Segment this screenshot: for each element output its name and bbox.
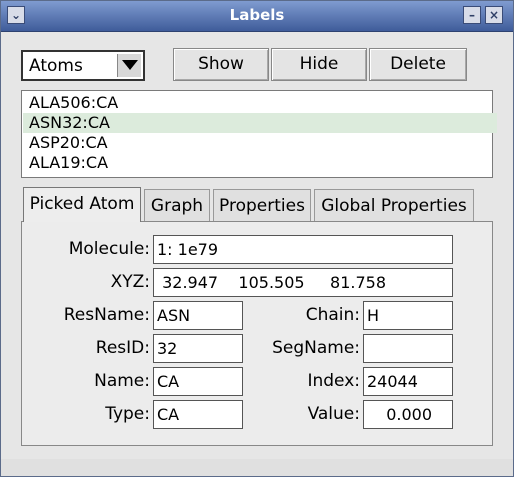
close-button[interactable]: ×: [485, 6, 503, 24]
tab-picked-atom[interactable]: Picked Atom: [23, 187, 141, 222]
triangle-down-icon: [122, 60, 138, 70]
molecule-field[interactable]: 1: 1e79: [153, 235, 453, 264]
molecule-label: Molecule:: [68, 239, 150, 259]
resid-field[interactable]: 32: [153, 334, 243, 363]
resname-label: ResName:: [63, 305, 150, 325]
show-button[interactable]: Show: [173, 48, 269, 81]
type-field[interactable]: CA: [153, 400, 243, 429]
segname-field[interactable]: [363, 334, 453, 363]
list-item[interactable]: ALA19:CA: [26, 153, 489, 173]
label-type-value: Atoms: [29, 56, 83, 76]
xyz-field[interactable]: 32.947 105.505 81.758: [153, 268, 453, 297]
labels-window: ⌄ Labels – × Atoms Show Hide Delete ALA5…: [0, 0, 514, 477]
xyz-label: XYZ:: [110, 272, 150, 292]
name-field[interactable]: CA: [153, 367, 243, 396]
window-bottom-edge: [1, 459, 513, 476]
tab-global-properties[interactable]: Global Properties: [314, 189, 474, 221]
list-item[interactable]: ALA506:CA: [26, 93, 489, 113]
minimize-icon: –: [469, 8, 475, 22]
chain-field[interactable]: H: [363, 301, 453, 330]
window-title: Labels: [229, 6, 285, 24]
dropdown-arrow[interactable]: [117, 54, 141, 77]
segname-label: SegName:: [272, 338, 360, 358]
chain-label: Chain:: [305, 305, 360, 325]
value-label: Value:: [307, 404, 360, 424]
minimize-button[interactable]: –: [463, 6, 481, 24]
list-item-selected[interactable]: ASN32:CA: [23, 113, 497, 133]
label-type-select[interactable]: Atoms: [21, 50, 145, 81]
index-label: Index:: [307, 371, 360, 391]
resid-label: ResID:: [95, 338, 150, 358]
hide-button[interactable]: Hide: [271, 48, 367, 81]
tab-properties[interactable]: Properties: [213, 189, 311, 221]
value-field[interactable]: 0.000: [363, 400, 453, 429]
picked-atom-panel: Molecule: 1: 1e79 XYZ: 32.947 105.505 81…: [21, 221, 493, 446]
resname-field[interactable]: ASN: [153, 301, 243, 330]
title-bar[interactable]: ⌄ Labels – ×: [1, 1, 513, 32]
list-item[interactable]: ASP20:CA: [26, 133, 489, 153]
tab-graph[interactable]: Graph: [144, 189, 210, 221]
delete-button[interactable]: Delete: [369, 48, 467, 81]
index-field[interactable]: 24044: [363, 367, 453, 396]
type-label: Type:: [105, 404, 150, 424]
close-icon: ×: [488, 8, 500, 22]
name-label: Name:: [94, 371, 150, 391]
atom-label-list[interactable]: ALA506:CA ASN32:CA ASP20:CA ALA19:CA: [21, 90, 497, 178]
